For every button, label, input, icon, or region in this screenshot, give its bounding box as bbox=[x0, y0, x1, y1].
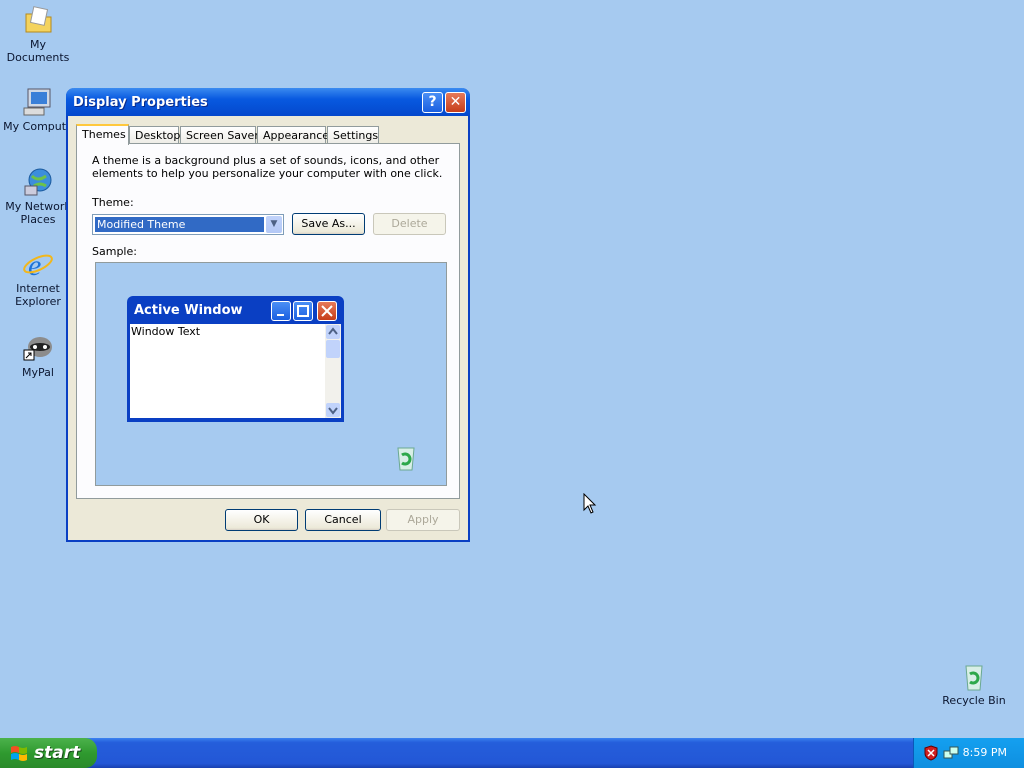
svg-text:e: e bbox=[28, 249, 41, 280]
close-button[interactable]: ✕ bbox=[445, 92, 466, 113]
windows-logo-icon bbox=[11, 746, 27, 761]
sample-scrollbar bbox=[325, 324, 341, 418]
sample-window-text: Window Text bbox=[131, 325, 201, 338]
recycle-bin-icon bbox=[392, 443, 420, 473]
window-title: Display Properties bbox=[73, 95, 208, 110]
security-shield-icon[interactable] bbox=[924, 745, 938, 761]
tab-appearance[interactable]: Appearance bbox=[257, 126, 329, 144]
save-as-button[interactable]: Save As... bbox=[292, 213, 365, 235]
sample-label: Sample: bbox=[92, 245, 137, 258]
desktop-icon-mypal[interactable]: MyPal bbox=[0, 332, 76, 379]
desktop-icon-label: Internet Explorer bbox=[15, 282, 61, 308]
desktop-icon-recycle-bin[interactable]: Recycle Bin bbox=[936, 660, 1012, 707]
display-properties-window: Display Properties ? ✕ Themes Desktop Sc… bbox=[66, 88, 470, 542]
network-icon[interactable] bbox=[943, 745, 959, 761]
recycle-bin-icon bbox=[958, 660, 990, 692]
chevron-down-icon[interactable]: ▼ bbox=[266, 216, 282, 233]
clock[interactable]: 8:59 PM bbox=[963, 746, 1007, 759]
tab-desktop[interactable]: Desktop bbox=[129, 126, 180, 144]
globe-network-icon bbox=[22, 166, 54, 198]
sample-window-body: Window Text bbox=[130, 324, 341, 418]
minimize-icon bbox=[271, 301, 291, 321]
sample-window-title: Active Window bbox=[134, 303, 243, 318]
folder-icon bbox=[22, 4, 54, 36]
computer-icon bbox=[22, 86, 54, 118]
apply-button[interactable]: Apply bbox=[386, 509, 460, 531]
desktop-icon-my-computer[interactable]: My Compute bbox=[0, 86, 76, 133]
sample-active-window: Active Window Window Text bbox=[127, 296, 344, 422]
desktop-icon-label: My Network Places bbox=[5, 200, 71, 226]
desktop-icon-network-places[interactable]: My Network Places bbox=[0, 166, 76, 226]
internet-explorer-icon: e bbox=[22, 248, 54, 282]
theme-dropdown[interactable]: Modified Theme ▼ bbox=[92, 214, 284, 235]
tab-settings[interactable]: Settings bbox=[327, 126, 379, 144]
theme-label: Theme: bbox=[92, 196, 134, 209]
desktop-icon-label: My Documents bbox=[6, 38, 70, 64]
ok-button[interactable]: OK bbox=[225, 509, 298, 531]
cancel-button[interactable]: Cancel bbox=[305, 509, 381, 531]
theme-description: A theme is a background plus a set of so… bbox=[92, 154, 443, 180]
system-tray: 8:59 PM bbox=[913, 738, 1024, 768]
desktop-icon-label: MyPal bbox=[22, 366, 54, 379]
themes-panel: A theme is a background plus a set of so… bbox=[76, 143, 460, 499]
mouse-cursor-icon bbox=[583, 492, 597, 515]
tab-screen-saver[interactable]: Screen Saver bbox=[180, 126, 259, 144]
theme-selected-value: Modified Theme bbox=[95, 217, 264, 232]
raccoon-shortcut-icon bbox=[22, 332, 54, 364]
title-bar[interactable]: Display Properties ? ✕ bbox=[66, 88, 470, 116]
start-button[interactable]: start bbox=[0, 738, 97, 768]
desktop-icon-label: My Compute bbox=[3, 120, 73, 133]
delete-button[interactable]: Delete bbox=[373, 213, 446, 235]
desktop-icon-internet-explorer[interactable]: e Internet Explorer bbox=[0, 248, 76, 308]
help-button[interactable]: ? bbox=[422, 92, 443, 113]
desktop-icon-label: Recycle Bin bbox=[942, 694, 1006, 707]
taskbar: start 8:59 PM bbox=[0, 738, 1024, 768]
tab-themes[interactable]: Themes bbox=[76, 124, 129, 145]
desktop-icon-my-documents[interactable]: My Documents bbox=[0, 4, 76, 64]
sample-preview: Active Window Window Text bbox=[95, 262, 447, 486]
close-icon bbox=[317, 301, 337, 321]
maximize-icon bbox=[293, 301, 313, 321]
start-label: start bbox=[34, 743, 81, 763]
